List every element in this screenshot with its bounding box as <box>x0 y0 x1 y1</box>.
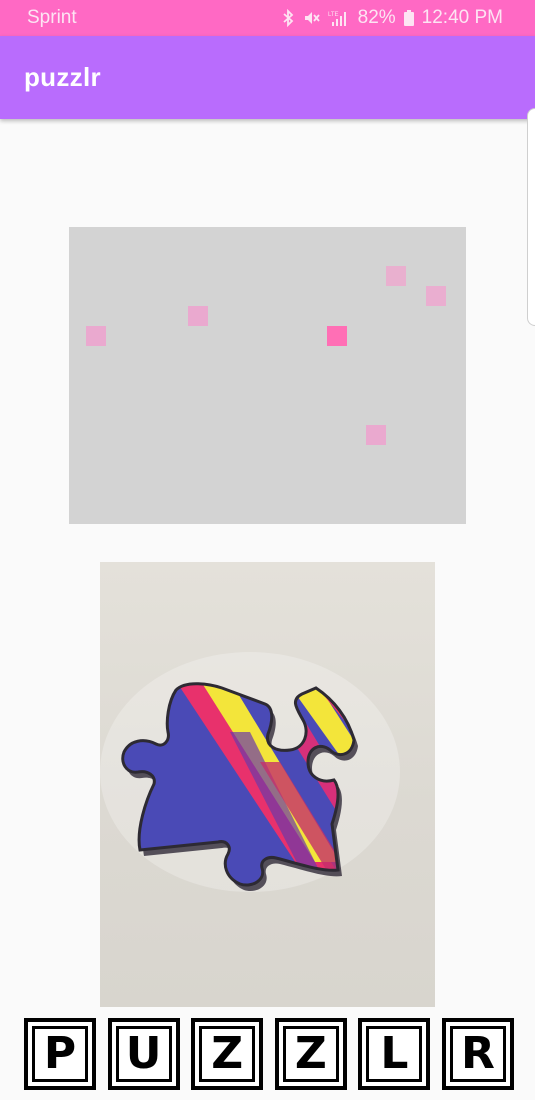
logo-letter: L <box>366 1026 423 1082</box>
found-cell[interactable] <box>188 306 208 326</box>
logo-letter: Z <box>199 1026 256 1082</box>
svg-text:LTE: LTE <box>328 12 339 18</box>
active-cell[interactable] <box>327 326 347 346</box>
found-cell[interactable] <box>86 326 106 346</box>
carrier-label: Sprint <box>27 7 77 28</box>
bluetooth-icon <box>282 9 294 27</box>
battery-icon <box>403 9 414 27</box>
found-cell[interactable] <box>426 286 446 306</box>
logo-tile: L <box>358 1018 431 1090</box>
logo-letter: U <box>115 1026 172 1082</box>
puzzle-grid[interactable] <box>69 227 466 524</box>
logo-tile: Z <box>191 1018 264 1090</box>
battery-percent: 82% <box>357 7 396 28</box>
logo-letter: P <box>32 1026 88 1082</box>
app-title: puzzlr <box>24 62 101 92</box>
logo-letter: R <box>449 1026 506 1082</box>
mute-icon <box>302 9 320 27</box>
logo-tile: U <box>107 1018 180 1090</box>
found-cell[interactable] <box>366 425 386 445</box>
logo-letter: Z <box>282 1026 339 1082</box>
edge-panel-handle[interactable] <box>527 108 535 326</box>
puzzlr-logo: P U Z Z L R <box>24 1018 514 1090</box>
found-cell[interactable] <box>386 266 406 286</box>
logo-tile: R <box>441 1018 514 1090</box>
app-bar: puzzlr <box>0 36 535 119</box>
lte-signal-icon: LTE <box>328 9 350 27</box>
clock: 12:40 PM <box>421 7 503 28</box>
status-icons: LTE 82% 12:40 PM <box>282 7 503 29</box>
status-bar: Sprint LTE 82% 12:40 PM <box>0 0 535 36</box>
puzzle-piece-photo <box>100 562 435 1007</box>
logo-tile: P <box>24 1018 96 1090</box>
logo-tile: Z <box>274 1018 347 1090</box>
